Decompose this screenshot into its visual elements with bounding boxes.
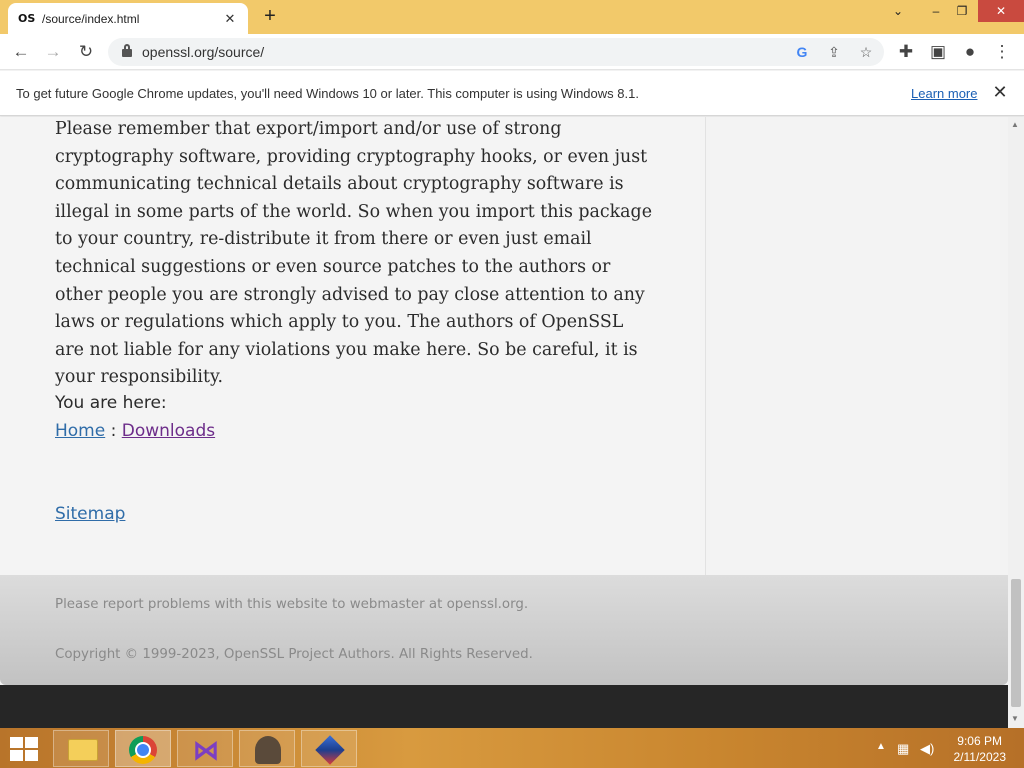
person-icon [255, 736, 281, 764]
breadcrumb: Home : Downloads [55, 421, 215, 441]
tray-expand-icon[interactable]: ▲ [876, 741, 886, 752]
tab-strip: OS /source/index.html ✕ + ⌄ – ❐ ✕ [0, 0, 1024, 34]
page-viewport: Please remember that export/import and/o… [0, 117, 1008, 728]
browser-toolbar: ← → ↻ openssl.org/source/ G ⇪ ☆ ✚ ▣ ● ⋮ [0, 34, 1024, 70]
update-infobar: To get future Google Chrome updates, you… [0, 71, 1024, 116]
main-content: Please remember that export/import and/o… [0, 117, 706, 575]
vertical-scrollbar[interactable]: ▲ ▼ [1008, 117, 1024, 728]
reload-icon[interactable]: ↻ [75, 41, 97, 63]
share-icon[interactable]: ⇪ [824, 42, 844, 62]
scroll-up-arrow-icon[interactable]: ▲ [1011, 120, 1019, 129]
export-warning-paragraph: Please remember that export/import and/o… [55, 119, 652, 388]
folder-icon [68, 739, 98, 761]
breadcrumb-separator: : [105, 421, 122, 441]
taskbar-user-app[interactable] [239, 730, 295, 767]
windows-start-icon[interactable] [8, 736, 38, 762]
taskbar-visual-studio[interactable]: ⋈ [177, 730, 233, 767]
back-arrow-icon[interactable]: ← [10, 41, 32, 63]
openssl-favicon-icon: OS [18, 12, 36, 25]
side-panel-icon[interactable]: ▣ [927, 41, 949, 63]
scrollbar-thumb[interactable] [1011, 579, 1021, 707]
footer-copyright-text: Copyright © 1999-2023, OpenSSL Project A… [55, 647, 533, 662]
forward-arrow-icon[interactable]: → [42, 41, 64, 63]
tab-search-dropdown-icon[interactable]: ⌄ [882, 0, 914, 22]
taskbar-cube-app[interactable] [301, 730, 357, 767]
address-bar[interactable]: openssl.org/source/ G ⇪ ☆ [108, 38, 884, 66]
clock-time[interactable]: 9:06 PM [946, 734, 1002, 748]
taskbar-file-explorer[interactable] [53, 730, 109, 767]
page-bottom-band [0, 685, 1008, 728]
google-lens-icon[interactable]: G [792, 42, 812, 62]
bookmark-star-icon[interactable]: ☆ [856, 42, 876, 62]
windows-taskbar: ⋈ ▲ ▦ ◀) 9:06 PM 2/11/2023 [0, 728, 1024, 768]
you-are-here-label: You are here: [55, 393, 167, 413]
url-text[interactable]: openssl.org/source/ [142, 44, 264, 60]
visual-studio-icon: ⋈ [193, 735, 219, 765]
menu-kebab-icon[interactable]: ⋮ [991, 41, 1013, 63]
sitemap-link[interactable]: Sitemap [55, 504, 125, 524]
window-close-button[interactable]: ✕ [978, 0, 1024, 22]
tab-close-icon[interactable]: ✕ [222, 11, 238, 27]
new-tab-button[interactable]: + [259, 6, 281, 28]
right-sidebar [707, 117, 1008, 575]
infobar-close-icon[interactable]: ✕ [990, 81, 1010, 103]
extensions-puzzle-icon[interactable]: ✚ [895, 41, 917, 63]
browser-tab[interactable]: OS /source/index.html ✕ [8, 3, 248, 34]
profile-avatar-icon[interactable]: ● [959, 41, 981, 63]
scroll-down-arrow-icon[interactable]: ▼ [1011, 714, 1019, 723]
clock-date[interactable]: 2/11/2023 [940, 750, 1007, 764]
learn-more-link[interactable]: Learn more [911, 86, 977, 101]
network-icon[interactable]: ▦ [897, 741, 909, 757]
taskbar-chrome[interactable] [115, 730, 171, 767]
chrome-icon [129, 736, 157, 764]
tab-title: /source/index.html [42, 11, 140, 26]
breadcrumb-downloads-link[interactable]: Downloads [122, 421, 215, 441]
footer-report-text: Please report problems with this website… [55, 597, 529, 612]
lock-icon[interactable] [122, 44, 132, 58]
restore-button[interactable]: ❐ [946, 0, 978, 22]
volume-icon[interactable]: ◀) [920, 741, 934, 757]
cube-icon [315, 735, 345, 765]
page-footer: Please report problems with this website… [0, 575, 1008, 685]
breadcrumb-home-link[interactable]: Home [55, 421, 105, 441]
infobar-message: To get future Google Chrome updates, you… [16, 86, 639, 101]
